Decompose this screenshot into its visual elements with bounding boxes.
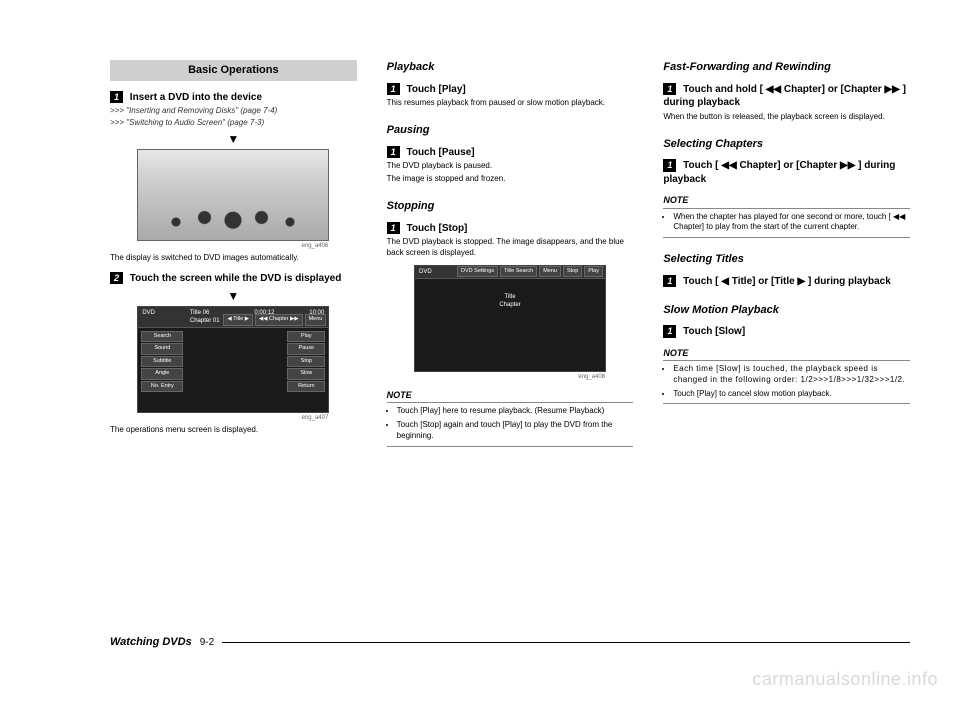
down-arrow-icon: ▼ bbox=[110, 131, 357, 147]
step-number-box: 1 bbox=[110, 91, 123, 103]
step-1: 1 Insert a DVD into the device bbox=[110, 91, 357, 105]
slow-notes: Each time [Slow] is touched, the playbac… bbox=[663, 364, 910, 399]
figure-label-3: eng_a408 bbox=[415, 373, 605, 381]
footer-section-title: Watching DVDs bbox=[110, 636, 192, 648]
playback-body: This resumes playback from paused or slo… bbox=[387, 98, 634, 109]
stopping-step: 1 Touch [Stop] bbox=[387, 222, 634, 236]
ff-step: 1 Touch and hold [ ◀◀ Chapter] or [Chapt… bbox=[663, 83, 910, 110]
heading-pausing: Pausing bbox=[387, 123, 634, 138]
note-divider bbox=[387, 446, 634, 447]
column-2: Playback 1 Touch [Play] This resumes pla… bbox=[387, 60, 634, 530]
heading-chapters: Selecting Chapters bbox=[663, 137, 910, 152]
reference-1: >>> "Inserting and Removing Disks" (page… bbox=[110, 106, 357, 117]
step-2: 2 Touch the screen while the DVD is disp… bbox=[110, 272, 357, 286]
screenshot-operations-menu: DVD Title 06Chapter 01 0:00:12 10:00 Sea… bbox=[137, 306, 329, 413]
watermark-text: carmanualsonline.info bbox=[752, 669, 938, 690]
section-heading: Basic Operations bbox=[110, 60, 357, 81]
step-1-text: Insert a DVD into the device bbox=[130, 92, 262, 103]
column-3: Fast-Forwarding and Rewinding 1 Touch an… bbox=[663, 60, 910, 530]
down-arrow-icon: ▼ bbox=[110, 288, 357, 304]
footer-rule bbox=[222, 642, 910, 643]
note-heading: NOTE bbox=[663, 194, 910, 208]
caption-2: The operations menu screen is displayed. bbox=[110, 425, 357, 436]
next-track-icon: ▶▶ bbox=[840, 160, 855, 171]
slow-step: 1 Touch [Slow] bbox=[663, 325, 910, 339]
chapters-step: 1 Touch [ ◀◀ Chapter] or [Chapter ▶▶ ] d… bbox=[663, 159, 910, 186]
prev-track-icon: ◀◀ bbox=[766, 84, 781, 95]
figure-label-2: eng_a407 bbox=[138, 414, 328, 422]
page-footer: Watching DVDs 9-2 bbox=[110, 636, 910, 648]
left-arrow-icon: ◀ bbox=[721, 276, 729, 287]
heading-ff: Fast-Forwarding and Rewinding bbox=[663, 60, 910, 75]
playback-step: 1 Touch [Play] bbox=[387, 83, 634, 97]
column-1: Basic Operations 1 Insert a DVD into the… bbox=[110, 60, 357, 530]
note-divider bbox=[663, 237, 910, 238]
note-divider bbox=[663, 403, 910, 404]
reference-2: >>> "Switching to Audio Screen" (page 7-… bbox=[110, 118, 357, 129]
note-heading: NOTE bbox=[663, 347, 910, 361]
heading-titles: Selecting Titles bbox=[663, 252, 910, 267]
caption-1: The display is switched to DVD images au… bbox=[110, 253, 357, 264]
note-heading: NOTE bbox=[387, 389, 634, 403]
stopping-notes: Touch [Play] here to resume playback. (R… bbox=[387, 406, 634, 441]
next-track-icon: ▶▶ bbox=[884, 84, 899, 95]
heading-stopping: Stopping bbox=[387, 199, 634, 214]
dvd-label: DVD bbox=[142, 309, 155, 325]
pausing-step: 1 Touch [Pause] bbox=[387, 146, 634, 160]
step-number-box: 2 bbox=[110, 272, 123, 284]
figure-label-1: eng_a406 bbox=[138, 242, 328, 250]
screenshot-stop-screen: DVD 10:00 Title Chapter DVD Settings Tit… bbox=[414, 265, 606, 372]
footer-page-number: 9-2 bbox=[200, 637, 214, 648]
heading-slow: Slow Motion Playback bbox=[663, 303, 910, 318]
step-2-text: Touch the screen while the DVD is displa… bbox=[130, 273, 342, 284]
heading-playback: Playback bbox=[387, 60, 634, 75]
prev-track-icon: ◀◀ bbox=[721, 160, 736, 171]
chapters-notes: When the chapter has played for one seco… bbox=[663, 212, 910, 234]
titles-step: 1 Touch [ ◀ Title] or [Title ▶ ] during … bbox=[663, 275, 910, 289]
screenshot-dvd-video bbox=[137, 149, 329, 241]
